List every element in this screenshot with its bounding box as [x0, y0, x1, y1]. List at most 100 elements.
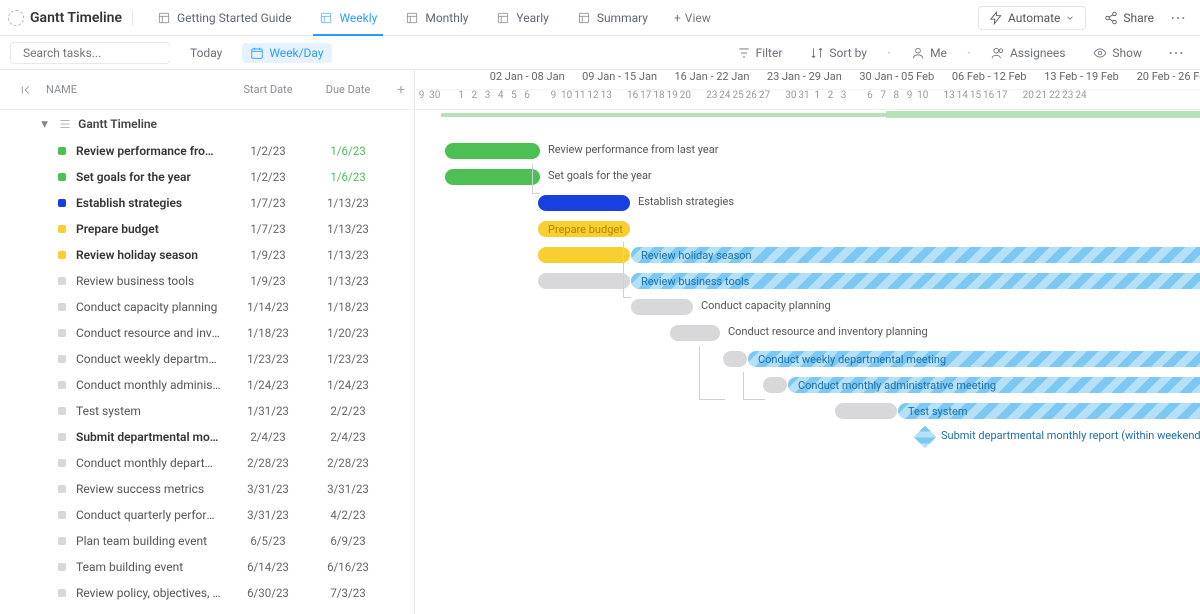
start-date: 1/18/23	[228, 326, 308, 340]
share-button[interactable]: Share	[1094, 7, 1164, 29]
task-row[interactable]: Team building event6/14/236/16/23	[0, 554, 414, 580]
gantt-bar[interactable]	[445, 169, 540, 185]
gantt-bar[interactable]	[538, 247, 630, 263]
task-row[interactable]: Test system1/31/232/2/23	[0, 398, 414, 424]
gantt-bar[interactable]	[445, 143, 540, 159]
task-row[interactable]: Conduct weekly departmental me...1/23/23…	[0, 346, 414, 372]
task-row[interactable]: Establish strategies1/7/231/13/23	[0, 190, 414, 216]
task-row[interactable]: Set goals for the year1/2/231/6/23	[0, 164, 414, 190]
day-header: 23	[705, 90, 718, 109]
tab-summary[interactable]: Summary	[563, 0, 662, 36]
task-name: Conduct capacity planning	[66, 300, 228, 314]
due-date: 4/2/23	[308, 508, 388, 522]
sortby-button[interactable]: Sort by	[802, 43, 875, 63]
search-field[interactable]	[23, 46, 179, 60]
tab-monthly[interactable]: Monthly	[391, 0, 482, 36]
more-options[interactable]: ⋯	[1162, 39, 1190, 66]
gantt-bar[interactable]: Test system	[898, 403, 1200, 419]
gantt-bar[interactable]: Conduct weekly departmental meeting	[748, 351, 1200, 367]
progress-bar	[441, 113, 886, 117]
due-date: 1/6/23	[308, 144, 388, 158]
gantt-chart[interactable]: Review performance from last yearSet goa…	[415, 110, 1200, 610]
task-row[interactable]: Submit departmental monthly re...2/4/232…	[0, 424, 414, 450]
task-row[interactable]: Review holiday season1/9/231/13/23	[0, 242, 414, 268]
me-filter[interactable]: Me	[903, 43, 955, 63]
milestone[interactable]	[914, 426, 937, 449]
start-date: 6/30/23	[228, 586, 308, 600]
tab-yearly[interactable]: Yearly	[482, 0, 562, 36]
gantt-bar[interactable]	[670, 325, 720, 341]
gantt-bar[interactable]	[631, 299, 693, 315]
task-row[interactable]: Conduct quarterly performance m...3/31/2…	[0, 502, 414, 528]
today-button[interactable]: Today	[182, 43, 230, 63]
add-view-button[interactable]: + View	[662, 11, 723, 25]
task-row[interactable]: Conduct resource and inventory pl...1/18…	[0, 320, 414, 346]
task-name: Conduct weekly departmental me...	[66, 352, 228, 366]
gantt-bar[interactable]	[723, 351, 747, 367]
day-header: 2	[824, 90, 837, 109]
gantt-days: 9301234569101112131617181920232425262730…	[415, 90, 1200, 110]
tab-weekly[interactable]: Weekly	[305, 0, 391, 36]
gantt-bar[interactable]: Review holiday season	[631, 247, 1200, 263]
add-column[interactable]: +	[388, 82, 414, 98]
week-header: 30 Jan - 05 Feb	[851, 70, 943, 89]
more-menu[interactable]: ⋯	[1164, 4, 1192, 31]
automate-button[interactable]: Automate	[978, 6, 1086, 30]
task-row[interactable]: Conduct monthly departmental m...2/28/23…	[0, 450, 414, 476]
gantt-area[interactable]: 02 Jan - 08 Jan09 Jan - 15 Jan16 Jan - 2…	[415, 70, 1200, 614]
task-row[interactable]: Review business tools1/9/231/13/23	[0, 268, 414, 294]
task-row[interactable]: Conduct capacity planning1/14/231/18/23	[0, 294, 414, 320]
task-name: Submit departmental monthly re...	[66, 430, 228, 444]
assignees-filter[interactable]: Assignees	[983, 43, 1073, 63]
chevron-down-icon: ▶	[41, 121, 50, 127]
task-name: Review holiday season	[66, 248, 228, 262]
week-header: 09 Jan - 15 Jan	[573, 70, 665, 89]
tab-label: Yearly	[516, 11, 548, 25]
start-date: 1/23/23	[228, 352, 308, 366]
collapse-icon[interactable]	[20, 83, 34, 97]
search-input[interactable]	[10, 42, 170, 64]
task-row[interactable]: Review performance from last year1/2/231…	[0, 138, 414, 164]
gantt-bar[interactable]	[538, 195, 630, 211]
task-row[interactable]: Review performance for the last 6 ...7/3…	[0, 606, 414, 614]
day-header: 10	[560, 90, 573, 109]
task-row[interactable]: Conduct monthly administrative m...1/24/…	[0, 372, 414, 398]
view-icon	[577, 11, 591, 25]
week-header: 13 Feb - 19 Feb	[1035, 70, 1127, 89]
due-date: 1/18/23	[308, 300, 388, 314]
status-dot	[58, 407, 66, 415]
gantt-bar[interactable]: Review business tools	[631, 273, 1200, 289]
filter-button[interactable]: Filter	[729, 43, 791, 63]
filter-icon	[737, 46, 751, 60]
group-header[interactable]: ▶ Gantt Timeline	[0, 110, 414, 138]
task-row[interactable]: Review policy, objectives, and busi...6/…	[0, 580, 414, 606]
task-row[interactable]: Plan team building event6/5/236/9/23	[0, 528, 414, 554]
tab-getting-started-guide[interactable]: Getting Started Guide	[143, 0, 305, 36]
gantt-bar[interactable]: Prepare budget	[538, 221, 630, 237]
main: NAME Start Date Due Date + ▶ Gantt Timel…	[0, 70, 1200, 614]
start-date: 3/31/23	[228, 508, 308, 522]
col-due[interactable]: Due Date	[308, 83, 388, 96]
task-name: Review success metrics	[66, 482, 228, 496]
gantt-bar[interactable]	[835, 403, 897, 419]
task-row[interactable]: Review success metrics3/31/233/31/23	[0, 476, 414, 502]
day-header	[771, 90, 784, 109]
show-button[interactable]: Show	[1085, 43, 1150, 63]
day-header: 24	[718, 90, 731, 109]
start-date: 1/9/23	[228, 248, 308, 262]
gantt-bar[interactable]	[763, 377, 787, 393]
col-name[interactable]: NAME	[46, 83, 228, 96]
gantt-bar[interactable]: Conduct monthly administrative meeting	[788, 377, 1200, 393]
start-date: 1/2/23	[228, 144, 308, 158]
view-tabs: Getting Started GuideWeeklyMonthly Yearly…	[143, 0, 662, 36]
share-label: Share	[1123, 11, 1154, 25]
tab-label: Summary	[597, 11, 648, 25]
gantt-bar[interactable]	[538, 273, 630, 289]
weekday-toggle[interactable]: Week/Day	[242, 43, 331, 63]
task-name: Conduct quarterly performance m...	[66, 508, 228, 522]
day-header: 1	[455, 90, 468, 109]
task-row[interactable]: Prepare budget1/7/231/13/23	[0, 216, 414, 242]
col-start[interactable]: Start Date	[228, 83, 308, 96]
due-date: 2/28/23	[308, 456, 388, 470]
filter-label: Filter	[756, 46, 783, 60]
